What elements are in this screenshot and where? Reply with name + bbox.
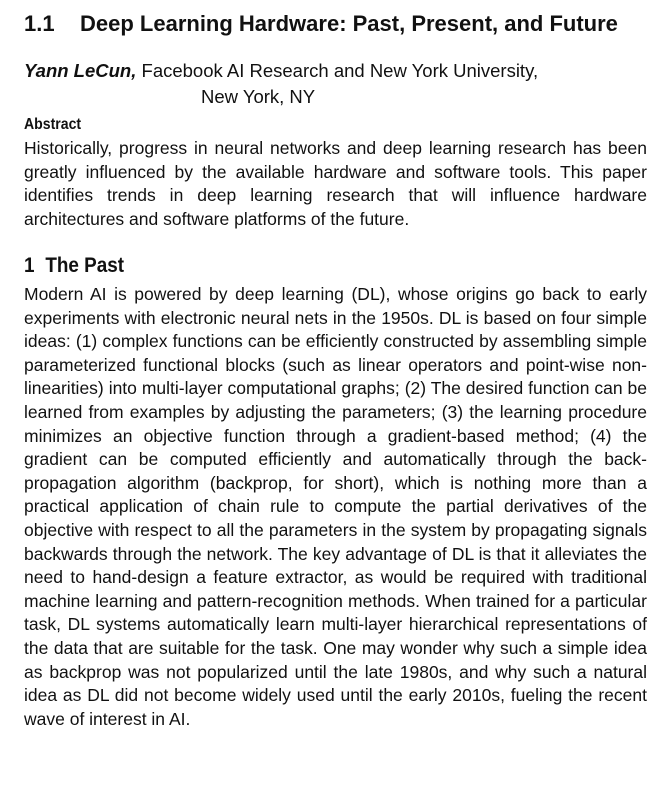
abstract-heading: Abstract — [24, 116, 82, 133]
paper-title: 1.1 Deep Learning Hardware: Past, Present… — [24, 8, 647, 40]
paper-title-text: Deep Learning Hardware: Past, Present, a… — [80, 11, 618, 36]
section-body-past: Modern AI is powered by deep learning (D… — [24, 284, 647, 729]
section-heading-past: 1 The Past — [24, 252, 124, 280]
author-name: Yann LeCun, — [24, 60, 137, 81]
author-affiliation-line1: Facebook AI Research and New York Univer… — [136, 60, 539, 81]
author-affiliation-line2: New York, NY — [201, 86, 316, 107]
paper-section-number: 1.1 — [24, 11, 55, 36]
abstract-text: Historically, progress in neural network… — [24, 138, 647, 229]
section-title: The Past — [45, 254, 125, 277]
author-block: Yann LeCun, Facebook AI Research and New… — [24, 58, 647, 110]
section-number: 1 — [24, 254, 35, 277]
